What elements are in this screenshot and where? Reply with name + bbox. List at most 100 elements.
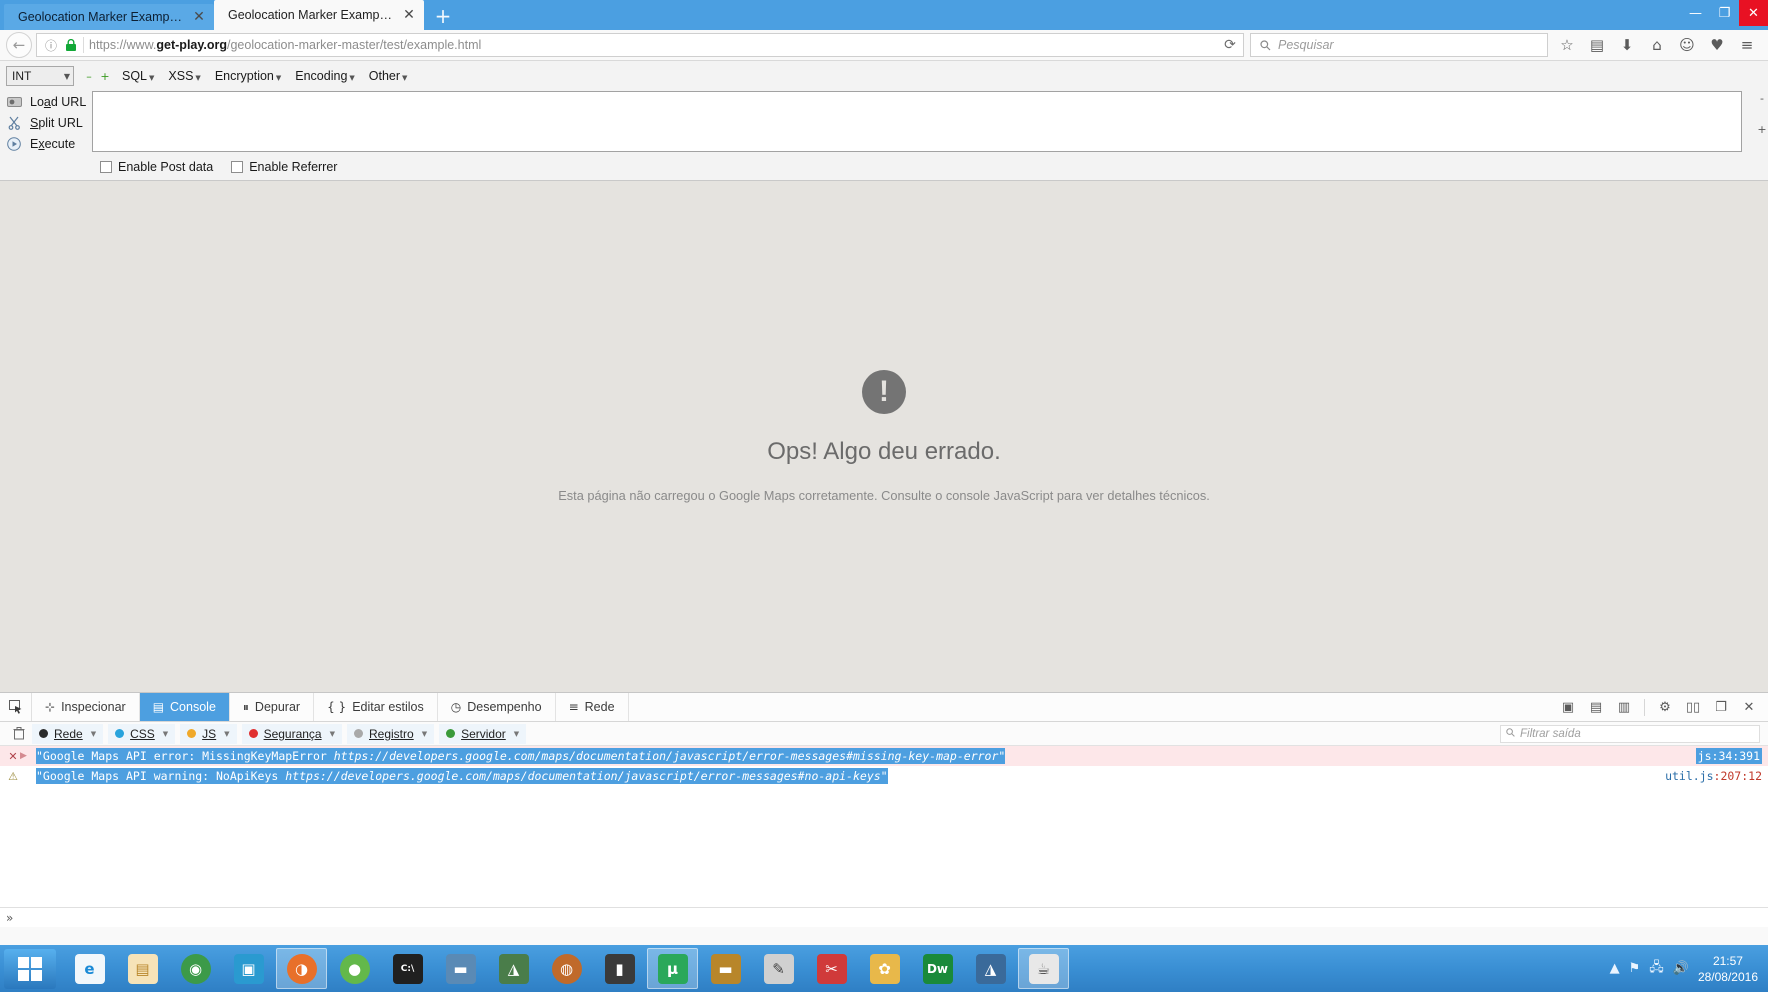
taskbar-app-notes[interactable]: ✎	[753, 948, 804, 989]
execute-button[interactable]: Execute	[4, 133, 92, 154]
close-icon[interactable]: ✕	[400, 6, 418, 24]
volume-icon[interactable]: 🔊	[1673, 961, 1689, 976]
show-hidden-icons-icon[interactable]: ▲	[1610, 961, 1620, 976]
caret-down-icon[interactable]: ▼	[163, 730, 168, 738]
caret-down-icon[interactable]: ▼	[422, 730, 427, 738]
maximize-icon[interactable]: ❐	[1710, 0, 1739, 26]
menu-xss[interactable]: XSS ▼	[168, 69, 200, 83]
info-icon[interactable]: ⓘ	[41, 35, 61, 55]
close-devtools-icon[interactable]: ✕	[1736, 694, 1762, 720]
caret-down-icon[interactable]: ▼	[91, 730, 96, 738]
pocket-icon[interactable]: ♥	[1702, 32, 1732, 58]
expand-arrow-icon[interactable]: ▶	[20, 751, 36, 761]
console-input-prompt[interactable]: »	[0, 907, 1768, 927]
minus-icon[interactable]: –	[84, 70, 94, 83]
taskbar-app-java[interactable]: ☕	[1018, 948, 1069, 989]
taskbar-app-briefcase[interactable]: ▬	[700, 948, 751, 989]
taskbar-app-globe[interactable]: ◍	[541, 948, 592, 989]
taskbar-app-google-chrome[interactable]: ◉	[170, 948, 221, 989]
taskbar-app-android-studio[interactable]: ◮	[488, 948, 539, 989]
tab-inspecionar[interactable]: ⊹ Inspecionar	[32, 693, 140, 721]
home-icon[interactable]: ⌂	[1642, 32, 1672, 58]
reload-icon[interactable]: ⟳	[1219, 34, 1241, 56]
error-icon: ✕	[8, 749, 18, 763]
new-tab-button[interactable]: +	[430, 3, 456, 29]
windows-taskbar: e ▤ ◉ ▣ ◑ ● C:\ ▬ ◮ ◍ ▮ µ ▬ ✎ ✂ ✿ Dw ◮ ☕…	[0, 945, 1768, 992]
filter-css[interactable]: CSS ▼	[108, 723, 176, 744]
menu-other[interactable]: Other ▼	[369, 69, 408, 83]
downloads-icon[interactable]: ⬇	[1612, 32, 1642, 58]
enable-referrer-checkbox[interactable]: Enable Referrer	[231, 160, 337, 174]
taskbar-app-paint[interactable]: ✿	[859, 948, 910, 989]
console-message-row[interactable]: ✕ ▶ "Google Maps API error: MissingKeyMa…	[0, 746, 1768, 766]
address-bar[interactable]: ⓘ https://www.get-play.org/geolocation-m…	[36, 33, 1244, 57]
filter-rede[interactable]: Rede ▼	[32, 723, 104, 744]
filter-output-input[interactable]: Filtrar saída	[1500, 724, 1760, 743]
taskbar-app-mozilla-firefox[interactable]: ◑	[276, 948, 327, 989]
network-flag-icon[interactable]: ⚑	[1629, 961, 1641, 976]
split-url-button[interactable]: Split URL	[4, 112, 92, 133]
close-window-icon[interactable]: ✕	[1739, 0, 1768, 26]
console-message-row[interactable]: ⚠ "Google Maps API warning: NoApiKeys ht…	[0, 766, 1768, 786]
browser-tab-1[interactable]: Geolocation Marker Example ... ✕	[4, 4, 214, 30]
hackbar-textarea[interactable]	[92, 91, 1742, 152]
tab-editar-estilos[interactable]: { } Editar estilos	[314, 693, 438, 721]
menu-icon[interactable]: ≡	[1732, 32, 1762, 58]
filter-registro[interactable]: Registro ▼	[347, 723, 435, 744]
search-bar[interactable]: Pesquisar	[1250, 33, 1548, 57]
plus-icon[interactable]: +	[100, 70, 110, 83]
taskbar-app-usb-drive[interactable]: ▮	[594, 948, 645, 989]
taskbar-app-unknown[interactable]: ▣	[223, 948, 274, 989]
taskbar-app-internet-explorer[interactable]: e	[64, 948, 115, 989]
load-url-button[interactable]: Load URL	[4, 91, 92, 112]
tab-rede[interactable]: ≡ Rede	[556, 693, 629, 721]
close-icon[interactable]: ✕	[190, 8, 208, 26]
gear-icon[interactable]: ⚙	[1652, 694, 1678, 720]
tab-desempenho[interactable]: ◷ Desempenho	[438, 693, 556, 721]
taskbar-app-green[interactable]: ●	[329, 948, 380, 989]
library-icon[interactable]: ▤	[1582, 32, 1612, 58]
spinner-up[interactable]: -	[1760, 93, 1764, 105]
browser-tab-2[interactable]: Geolocation Marker Example ... ✕	[214, 0, 424, 30]
spinner-down[interactable]: +	[1757, 124, 1766, 136]
caret-down-icon[interactable]: ▼	[330, 730, 335, 738]
console-source-link[interactable]: js:34:391	[1695, 748, 1762, 764]
tab-depurar[interactable]: ⏸ Depurar	[230, 693, 315, 721]
detach-window-icon[interactable]: ❐	[1708, 694, 1734, 720]
back-icon[interactable]: ←	[6, 32, 32, 58]
clock[interactable]: 21:57 28/08/2016	[1698, 953, 1758, 985]
smiley-icon[interactable]: ☺	[1672, 32, 1702, 58]
checkbox-box[interactable]	[231, 161, 244, 173]
split-layout-icon[interactable]: ▣	[1555, 694, 1581, 720]
taskbar-app-utorrent[interactable]: µ	[647, 948, 698, 989]
clear-console-icon[interactable]	[6, 727, 32, 740]
taskbar-app-file-explorer[interactable]: ▤	[117, 948, 168, 989]
bookmark-star-icon[interactable]: ☆	[1552, 32, 1582, 58]
filter-js[interactable]: JS ▼	[180, 723, 237, 744]
menu-sql[interactable]: SQL ▼	[122, 69, 154, 83]
taskbar-app-red-tool[interactable]: ✂	[806, 948, 857, 989]
console-split-icon[interactable]: ▤	[1583, 694, 1609, 720]
menu-encoding[interactable]: Encoding ▼	[295, 69, 355, 83]
caret-down-icon[interactable]: ▼	[224, 730, 229, 738]
hackbar-mode-select[interactable]: INT ▼	[6, 66, 74, 86]
tab-console[interactable]: ▤ Console	[139, 693, 230, 721]
taskbar-app-laptop[interactable]: ▬	[435, 948, 486, 989]
dock-side-icon[interactable]: ▯▯	[1680, 694, 1706, 720]
element-picker-icon[interactable]	[0, 693, 32, 721]
filter-seguranca[interactable]: Segurança ▼	[241, 723, 342, 744]
taskbar-app-android[interactable]: ◮	[965, 948, 1016, 989]
checkbox-box[interactable]	[100, 161, 112, 173]
caret-down-icon[interactable]: ▼	[514, 730, 519, 738]
taskbar-app-terminal[interactable]: C:\	[382, 948, 433, 989]
start-button[interactable]	[4, 948, 56, 989]
console-source-link[interactable]: util.js:207:12	[1665, 769, 1762, 783]
minimize-icon[interactable]: —	[1681, 0, 1710, 26]
menu-encryption[interactable]: Encryption ▼	[215, 69, 281, 83]
enable-post-data-checkbox[interactable]: Enable Post data	[100, 160, 213, 174]
filter-servidor[interactable]: Servidor ▼	[439, 723, 527, 744]
taskbar-app-list: e ▤ ◉ ▣ ◑ ● C:\ ▬ ◮ ◍ ▮ µ ▬ ✎ ✂ ✿ Dw ◮ ☕	[64, 948, 1069, 989]
taskbar-app-dreamweaver[interactable]: Dw	[912, 948, 963, 989]
network-icon[interactable]: 🖧	[1649, 958, 1664, 980]
dock-bottom-icon[interactable]: ▥	[1611, 694, 1637, 720]
